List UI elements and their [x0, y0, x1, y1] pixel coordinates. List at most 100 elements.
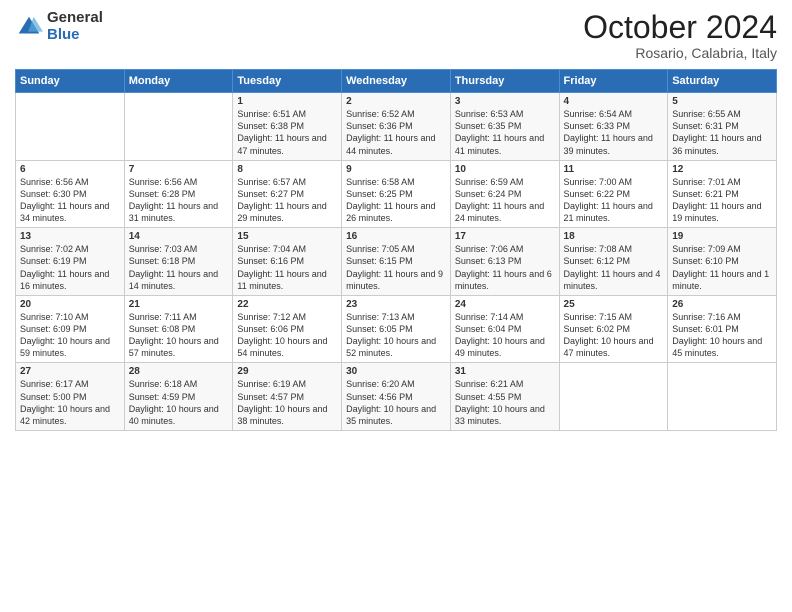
calendar-cell — [559, 363, 668, 431]
calendar-week-5: 27 Sunrise: 6:17 AMSunset: 5:00 PMDayligh… — [16, 363, 777, 431]
cell-content: Sunrise: 6:20 AMSunset: 4:56 PMDaylight:… — [346, 379, 436, 425]
day-number: 10 — [455, 164, 555, 175]
cell-content: Sunrise: 7:08 AMSunset: 6:12 PMDaylight:… — [564, 244, 661, 290]
calendar-cell — [124, 93, 233, 161]
cell-content: Sunrise: 6:51 AMSunset: 6:38 PMDaylight:… — [237, 109, 326, 155]
calendar-week-1: 1 Sunrise: 6:51 AMSunset: 6:38 PMDaylight… — [16, 93, 777, 161]
cell-content: Sunrise: 6:57 AMSunset: 6:27 PMDaylight:… — [237, 177, 326, 223]
logo-blue: Blue — [47, 27, 103, 44]
calendar-week-3: 13Sunrise: 7:02 AMSunset: 6:19 PMDayligh… — [16, 228, 777, 296]
day-number: 2 — [346, 96, 446, 107]
cell-content: Sunrise: 7:15 AMSunset: 6:02 PMDaylight:… — [564, 312, 654, 358]
calendar-cell: 23 Sunrise: 7:13 AMSunset: 6:05 PMDayligh… — [342, 295, 451, 363]
calendar-week-2: 6Sunrise: 6:56 AMSunset: 6:30 PMDaylight… — [16, 160, 777, 228]
cell-content: Sunrise: 6:21 AMSunset: 4:55 PMDaylight:… — [455, 379, 545, 425]
col-sunday: Sunday — [16, 70, 125, 93]
cell-content: Sunrise: 6:53 AMSunset: 6:35 PMDaylight:… — [455, 109, 544, 155]
calendar-cell: 15 Sunrise: 7:04 AMSunset: 6:16 PMDayligh… — [233, 228, 342, 296]
location-subtitle: Rosario, Calabria, Italy — [583, 45, 777, 61]
cell-content: Sunrise: 6:19 AMSunset: 4:57 PMDaylight:… — [237, 379, 327, 425]
day-number: 25 — [564, 299, 664, 310]
header-row: Sunday Monday Tuesday Wednesday Thursday… — [16, 70, 777, 93]
calendar-cell: 31Sunrise: 6:21 AMSunset: 4:55 PMDayligh… — [450, 363, 559, 431]
calendar-cell: 3 Sunrise: 6:53 AMSunset: 6:35 PMDaylight… — [450, 93, 559, 161]
calendar-cell: 27 Sunrise: 6:17 AMSunset: 5:00 PMDayligh… — [16, 363, 125, 431]
cell-content: Sunrise: 7:13 AMSunset: 6:05 PMDaylight:… — [346, 312, 436, 358]
day-number: 8 — [237, 164, 337, 175]
cell-content: Sunrise: 7:09 AMSunset: 6:10 PMDaylight:… — [672, 244, 769, 290]
day-number: 3 — [455, 96, 555, 107]
cell-content: Sunrise: 7:06 AMSunset: 6:13 PMDaylight:… — [455, 244, 552, 290]
cell-content: Sunrise: 7:01 AMSunset: 6:21 PMDaylight:… — [672, 177, 761, 223]
calendar-cell: 24Sunrise: 7:14 AMSunset: 6:04 PMDayligh… — [450, 295, 559, 363]
day-number: 30 — [346, 366, 446, 377]
col-wednesday: Wednesday — [342, 70, 451, 93]
cell-content: Sunrise: 6:58 AMSunset: 6:25 PMDaylight:… — [346, 177, 435, 223]
calendar-cell: 19 Sunrise: 7:09 AMSunset: 6:10 PMDayligh… — [668, 228, 777, 296]
day-number: 1 — [237, 96, 337, 107]
cell-content: Sunrise: 7:05 AMSunset: 6:15 PMDaylight:… — [346, 244, 443, 290]
day-number: 17 — [455, 231, 555, 242]
cell-content: Sunrise: 7:00 AMSunset: 6:22 PMDaylight:… — [564, 177, 653, 223]
calendar-cell: 9 Sunrise: 6:58 AMSunset: 6:25 PMDaylight… — [342, 160, 451, 228]
calendar-cell: 28 Sunrise: 6:18 AMSunset: 4:59 PMDayligh… — [124, 363, 233, 431]
calendar-cell — [668, 363, 777, 431]
calendar-body: 1 Sunrise: 6:51 AMSunset: 6:38 PMDaylight… — [16, 93, 777, 431]
day-number: 29 — [237, 366, 337, 377]
cell-content: Sunrise: 6:17 AMSunset: 5:00 PMDaylight:… — [20, 379, 110, 425]
day-number: 5 — [672, 96, 772, 107]
col-thursday: Thursday — [450, 70, 559, 93]
col-tuesday: Tuesday — [233, 70, 342, 93]
cell-content: Sunrise: 7:16 AMSunset: 6:01 PMDaylight:… — [672, 312, 762, 358]
calendar-cell: 16Sunrise: 7:05 AMSunset: 6:15 PMDayligh… — [342, 228, 451, 296]
calendar-cell: 14Sunrise: 7:03 AMSunset: 6:18 PMDayligh… — [124, 228, 233, 296]
month-title: October 2024 — [583, 10, 777, 45]
cell-content: Sunrise: 6:18 AMSunset: 4:59 PMDaylight:… — [129, 379, 219, 425]
calendar-cell: 5 Sunrise: 6:55 AMSunset: 6:31 PMDaylight… — [668, 93, 777, 161]
day-number: 18 — [564, 231, 664, 242]
calendar-cell: 7Sunrise: 6:56 AMSunset: 6:28 PMDaylight… — [124, 160, 233, 228]
calendar-cell — [16, 93, 125, 161]
day-number: 23 — [346, 299, 446, 310]
title-block: October 2024 Rosario, Calabria, Italy — [583, 10, 777, 61]
col-monday: Monday — [124, 70, 233, 93]
logo-text: General Blue — [47, 10, 103, 43]
day-number: 27 — [20, 366, 120, 377]
calendar-cell: 29 Sunrise: 6:19 AMSunset: 4:57 PMDayligh… — [233, 363, 342, 431]
calendar-cell: 30 Sunrise: 6:20 AMSunset: 4:56 PMDayligh… — [342, 363, 451, 431]
col-friday: Friday — [559, 70, 668, 93]
day-number: 14 — [129, 231, 229, 242]
cell-content: Sunrise: 6:59 AMSunset: 6:24 PMDaylight:… — [455, 177, 544, 223]
day-number: 15 — [237, 231, 337, 242]
page: General Blue October 2024 Rosario, Calab… — [0, 0, 792, 612]
cell-content: Sunrise: 6:56 AMSunset: 6:28 PMDaylight:… — [129, 177, 218, 223]
cell-content: Sunrise: 6:52 AMSunset: 6:36 PMDaylight:… — [346, 109, 435, 155]
calendar-cell: 11 Sunrise: 7:00 AMSunset: 6:22 PMDayligh… — [559, 160, 668, 228]
day-number: 28 — [129, 366, 229, 377]
logo-general: General — [47, 10, 103, 27]
cell-content: Sunrise: 7:11 AMSunset: 6:08 PMDaylight:… — [129, 312, 219, 358]
day-number: 4 — [564, 96, 664, 107]
day-number: 19 — [672, 231, 772, 242]
cell-content: Sunrise: 6:55 AMSunset: 6:31 PMDaylight:… — [672, 109, 761, 155]
cell-content: Sunrise: 7:04 AMSunset: 6:16 PMDaylight:… — [237, 244, 326, 290]
day-number: 13 — [20, 231, 120, 242]
calendar-cell: 20Sunrise: 7:10 AMSunset: 6:09 PMDayligh… — [16, 295, 125, 363]
calendar-cell: 8 Sunrise: 6:57 AMSunset: 6:27 PMDaylight… — [233, 160, 342, 228]
day-number: 12 — [672, 164, 772, 175]
day-number: 11 — [564, 164, 664, 175]
cell-content: Sunrise: 6:54 AMSunset: 6:33 PMDaylight:… — [564, 109, 653, 155]
calendar-table: Sunday Monday Tuesday Wednesday Thursday… — [15, 69, 777, 431]
cell-content: Sunrise: 6:56 AMSunset: 6:30 PMDaylight:… — [20, 177, 109, 223]
calendar-cell: 17 Sunrise: 7:06 AMSunset: 6:13 PMDayligh… — [450, 228, 559, 296]
calendar-cell: 22Sunrise: 7:12 AMSunset: 6:06 PMDayligh… — [233, 295, 342, 363]
day-number: 24 — [455, 299, 555, 310]
day-number: 21 — [129, 299, 229, 310]
calendar-week-4: 20Sunrise: 7:10 AMSunset: 6:09 PMDayligh… — [16, 295, 777, 363]
calendar-cell: 18 Sunrise: 7:08 AMSunset: 6:12 PMDayligh… — [559, 228, 668, 296]
day-number: 22 — [237, 299, 337, 310]
cell-content: Sunrise: 7:10 AMSunset: 6:09 PMDaylight:… — [20, 312, 110, 358]
calendar-cell: 4 Sunrise: 6:54 AMSunset: 6:33 PMDaylight… — [559, 93, 668, 161]
calendar-cell: 21 Sunrise: 7:11 AMSunset: 6:08 PMDayligh… — [124, 295, 233, 363]
day-number: 9 — [346, 164, 446, 175]
